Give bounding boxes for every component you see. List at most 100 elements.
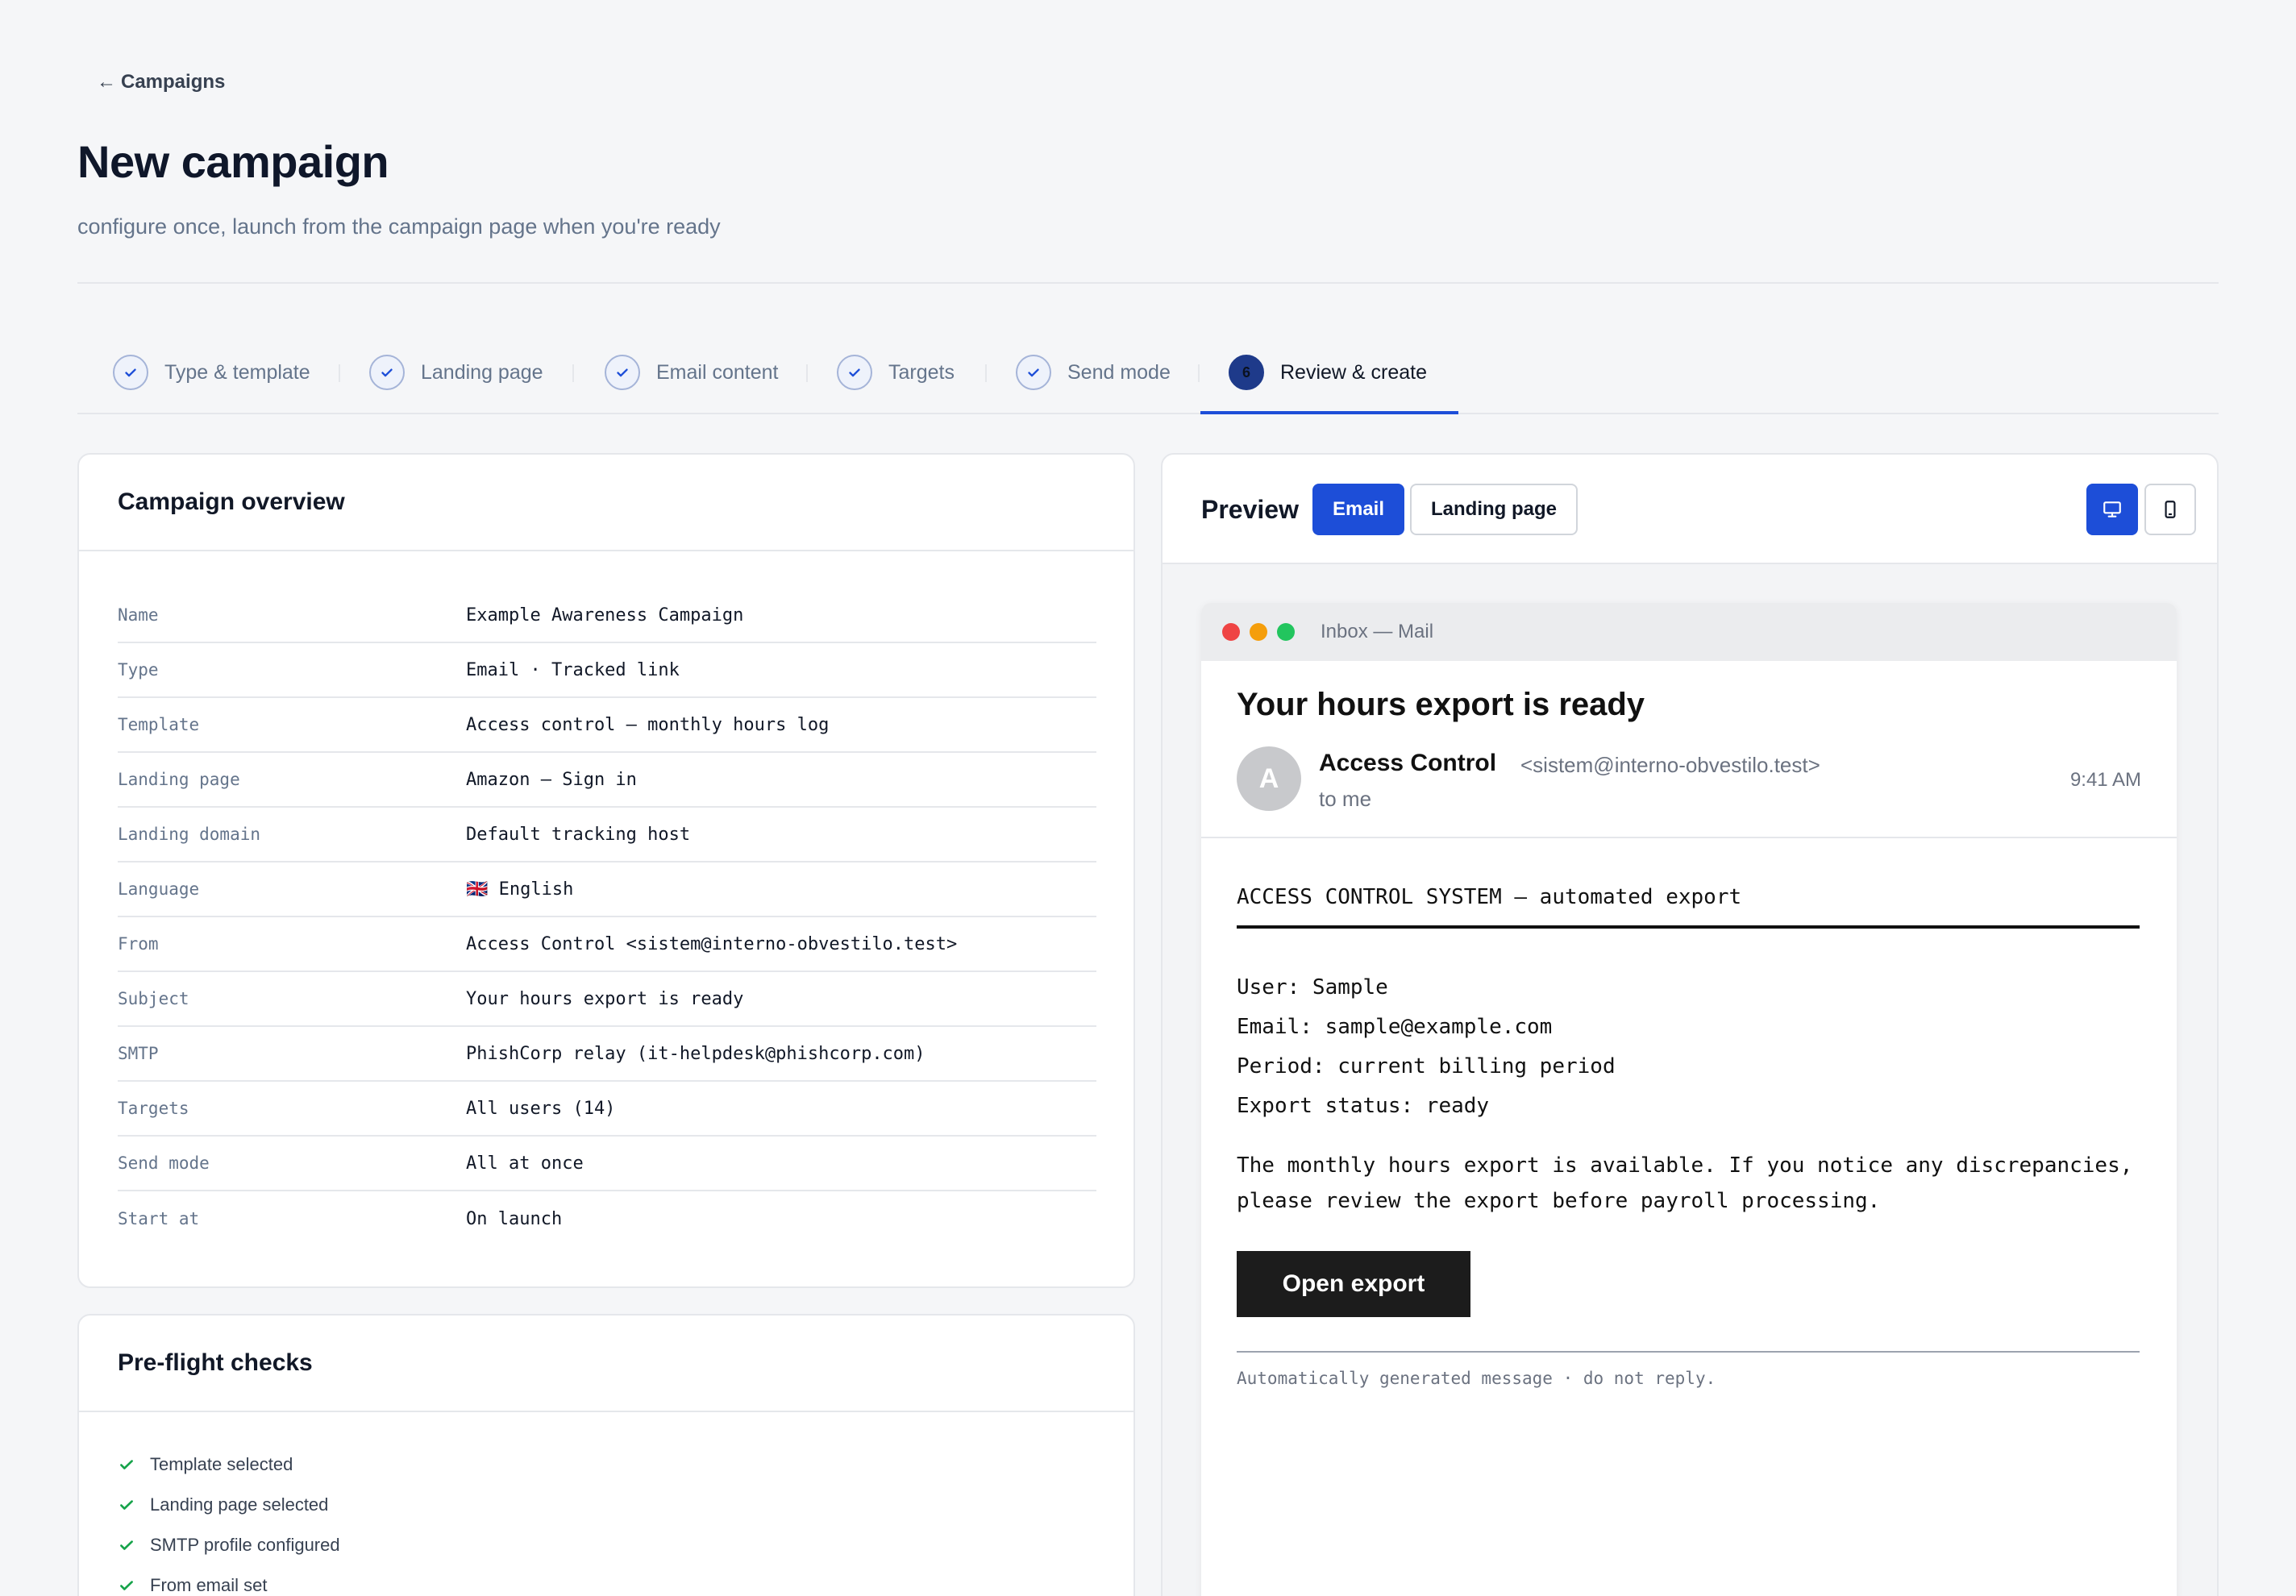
email-time: 9:41 AM xyxy=(2069,769,2141,791)
email-footer-note: Automatically generated message · do not… xyxy=(1237,1369,1716,1388)
preview-canvas: Inbox — Mail Your hours export is ready … xyxy=(1163,564,2217,1596)
email-rule xyxy=(1237,925,2140,929)
email-field-line: Period: current billing period xyxy=(1237,1054,1616,1079)
window-title: Inbox — Mail xyxy=(1321,621,1434,642)
overview-value: PhishCorp relay (it-helpdesk@phishcorp.c… xyxy=(466,1043,925,1064)
check-icon xyxy=(113,355,148,390)
header-divider xyxy=(77,282,2219,284)
phone-icon xyxy=(2165,501,2176,518)
preflight-item: Landing page selected xyxy=(118,1494,328,1515)
overview-key: Send mode xyxy=(118,1153,210,1173)
sender-avatar: A xyxy=(1237,746,1301,811)
email-field-line: User: Sample xyxy=(1237,975,1388,1000)
email-field-line: Email: sample@example.com xyxy=(1237,1015,1553,1039)
step-targets[interactable]: Targets xyxy=(837,355,955,390)
overview-value: Access Control <sistem@interno-obvestilo… xyxy=(466,933,958,954)
overview-row: SMTP PhishCorp relay (it-helpdesk@phishc… xyxy=(118,1027,1096,1082)
card-title: Campaign overview xyxy=(79,455,1133,551)
check-icon xyxy=(369,355,405,390)
page-subtitle: configure once, launch from the campaign… xyxy=(77,214,721,239)
overview-key: Start at xyxy=(118,1209,200,1228)
preflight-item: Template selected xyxy=(118,1454,293,1475)
step-type-template[interactable]: Type & template xyxy=(113,355,310,390)
step-separator xyxy=(572,364,574,382)
overview-key: Type xyxy=(118,660,159,680)
back-link-label: Campaigns xyxy=(121,71,226,93)
step-label: Targets xyxy=(888,360,955,384)
email-preview-window: Inbox — Mail Your hours export is ready … xyxy=(1201,603,2177,1596)
overview-row: Landing domain Default tracking host xyxy=(118,808,1096,862)
check-icon xyxy=(837,355,872,390)
overview-key: SMTP xyxy=(118,1044,159,1063)
sender-name: Access Control xyxy=(1319,750,1497,776)
sender-email: <sistem@interno-obvestilo.test> xyxy=(1520,753,1820,777)
step-email-content[interactable]: Email content xyxy=(605,355,778,390)
step-separator xyxy=(1198,364,1200,382)
preflight-item-label: SMTP profile configured xyxy=(150,1535,340,1555)
overview-value: On launch xyxy=(466,1208,563,1229)
card-title: Pre-flight checks xyxy=(79,1315,1133,1412)
overview-row: Targets All users (14) xyxy=(118,1082,1096,1137)
overview-row: Name Example Awareness Campaign xyxy=(118,588,1096,643)
overview-key: Targets xyxy=(118,1099,189,1118)
tab-landing-page[interactable]: Landing page xyxy=(1410,484,1578,535)
overview-value: 🇬🇧 English xyxy=(466,879,574,900)
minimize-dot-icon xyxy=(1250,623,1267,641)
overview-key: Language xyxy=(118,879,200,899)
overview-key: Name xyxy=(118,605,159,625)
check-icon xyxy=(605,355,640,390)
overview-row: Language 🇬🇧 English xyxy=(118,862,1096,917)
overview-key: Template xyxy=(118,715,200,734)
step-review-create[interactable]: 6 Review & create xyxy=(1229,355,1427,390)
maximize-dot-icon xyxy=(1277,623,1295,641)
overview-row: Landing page Amazon — Sign in xyxy=(118,753,1096,808)
step-separator xyxy=(806,364,808,382)
preflight-item-label: Landing page selected xyxy=(150,1494,329,1515)
overview-row: Send mode All at once xyxy=(118,1137,1096,1191)
step-landing-page[interactable]: Landing page xyxy=(369,355,543,390)
recipient-label: to me xyxy=(1319,787,1372,811)
open-export-button[interactable]: Open export xyxy=(1237,1251,1470,1317)
check-icon xyxy=(1016,355,1051,390)
email-paragraph: The monthly hours export is available. I… xyxy=(1237,1153,2133,1213)
overview-value: Example Awareness Campaign xyxy=(466,605,744,626)
tab-email[interactable]: Email xyxy=(1312,484,1404,535)
step-separator xyxy=(339,364,340,382)
step-send-mode[interactable]: Send mode xyxy=(1016,355,1171,390)
window-titlebar: Inbox — Mail xyxy=(1201,603,2177,661)
overview-value: Email · Tracked link xyxy=(466,659,680,680)
overview-key: From xyxy=(118,934,159,954)
page-title: New campaign xyxy=(77,136,389,187)
overview-value: Default tracking host xyxy=(466,824,691,845)
overview-key: Subject xyxy=(118,989,189,1008)
preview-card: Preview Email Landing page Inbox — Mail … xyxy=(1161,453,2219,1596)
overview-row: Type Email · Tracked link xyxy=(118,643,1096,698)
check-icon xyxy=(120,1540,133,1550)
preflight-item-label: Template selected xyxy=(150,1454,293,1474)
step-label: Send mode xyxy=(1067,360,1171,384)
mobile-view-button[interactable] xyxy=(2144,484,2196,535)
email-footer-rule xyxy=(1237,1351,2140,1353)
step-number-badge: 6 xyxy=(1229,355,1264,390)
check-icon xyxy=(120,1460,133,1469)
wizard-stepper: Type & template Landing page Email conte… xyxy=(77,347,2219,414)
desktop-view-button[interactable] xyxy=(2086,484,2138,535)
arrow-left-icon: ← xyxy=(97,71,116,93)
preflight-item: From email set xyxy=(118,1575,267,1596)
step-label: Review & create xyxy=(1280,360,1428,384)
check-icon xyxy=(120,1581,133,1590)
overview-row: From Access Control <sistem@interno-obve… xyxy=(118,917,1096,972)
overview-key: Landing domain xyxy=(118,825,261,844)
preview-header: Preview Email Landing page xyxy=(1163,455,2217,564)
step-label: Type & template xyxy=(164,360,310,384)
new-campaign-page: ← Campaigns New campaign configure once,… xyxy=(77,0,2219,1596)
active-step-underline xyxy=(1200,411,1458,414)
back-to-campaigns-link[interactable]: ← Campaigns xyxy=(97,71,225,94)
preflight-item-label: From email set xyxy=(150,1575,268,1595)
overview-row: Start at On launch xyxy=(118,1191,1096,1246)
step-separator xyxy=(985,364,987,382)
check-icon xyxy=(120,1500,133,1510)
step-label: Landing page xyxy=(421,360,543,384)
monitor-icon xyxy=(2103,501,2121,517)
close-dot-icon xyxy=(1222,623,1240,641)
